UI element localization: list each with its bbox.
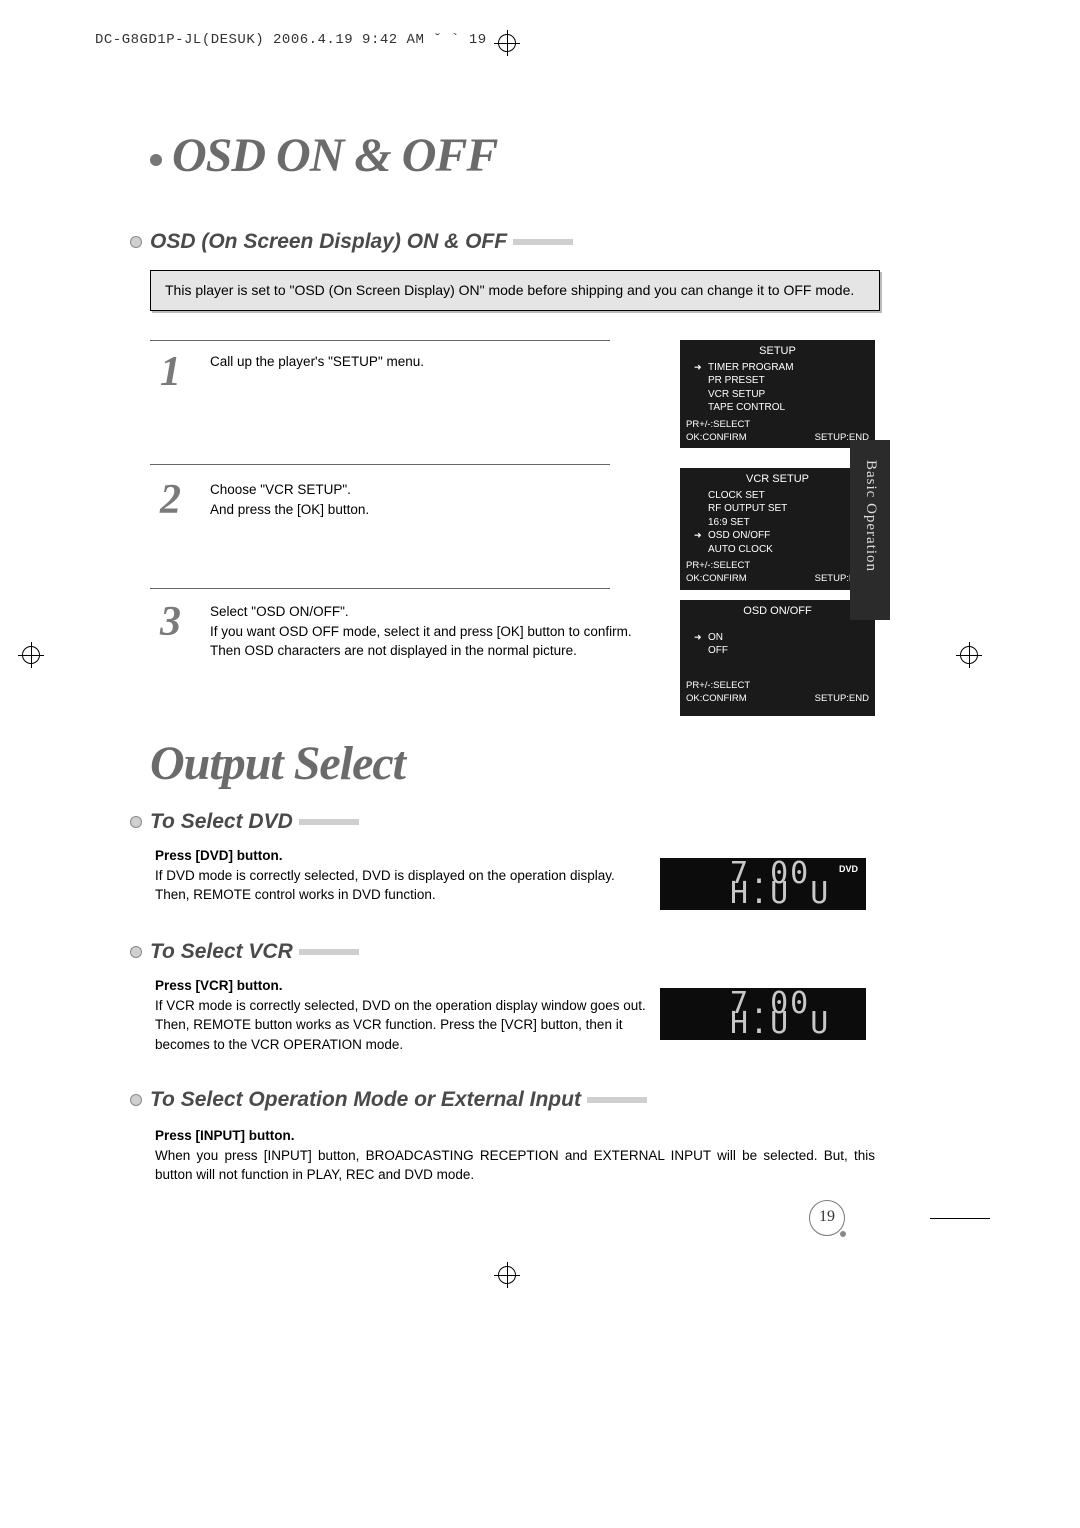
crop-line bbox=[930, 1218, 990, 1219]
dvd-indicator: DVD bbox=[839, 864, 858, 874]
osd-title: OSD ON/OFF bbox=[680, 600, 875, 621]
osd-item: TIMER PROGRAM bbox=[680, 361, 875, 375]
crop-mark-left bbox=[18, 642, 44, 668]
section-heading-opmode: To Select Operation Mode or External Inp… bbox=[130, 1088, 647, 1112]
side-tab: Basic Operation bbox=[850, 440, 890, 620]
dvd-paragraph: Press [DVD] button. If DVD mode is corre… bbox=[155, 846, 645, 905]
bold-line: Press [INPUT] button. bbox=[155, 1128, 295, 1143]
seven-segment-icon: 7.00 H.U U bbox=[730, 994, 830, 1034]
bullet-icon bbox=[150, 154, 162, 166]
line: Then OSD characters are not displayed in… bbox=[210, 643, 577, 658]
osd-item: AUTO CLOCK bbox=[680, 543, 875, 557]
crop-mark-top bbox=[494, 30, 520, 56]
osd-footer: PR+/-:SELECT OK:CONFIRM SETUP:END bbox=[680, 556, 875, 586]
osd-item: VCR SETUP bbox=[680, 388, 875, 402]
page-number-badge: 19 bbox=[809, 1200, 845, 1236]
heading-text: To Select DVD bbox=[150, 810, 293, 833]
osd-foot: SETUP:END bbox=[815, 693, 869, 706]
heading-text: To Select VCR bbox=[150, 940, 293, 963]
line: And press the [OK] button. bbox=[210, 502, 369, 517]
osd-footer: PR+/-:SELECT OK:CONFIRM SETUP:END bbox=[680, 415, 875, 445]
step-number: 1 bbox=[160, 348, 181, 396]
section-heading-vcr: To Select VCR bbox=[130, 940, 359, 964]
osd-foot: PR+/-:SELECT bbox=[686, 560, 750, 571]
osd-title: SETUP bbox=[680, 340, 875, 361]
osd-foot: PR+/-:SELECT bbox=[686, 680, 750, 691]
bullet-icon bbox=[130, 946, 142, 958]
step-number: 3 bbox=[160, 598, 181, 646]
bold-line: Press [VCR] button. bbox=[155, 978, 283, 993]
divider bbox=[150, 464, 610, 465]
seg-line: H.U U bbox=[730, 1006, 830, 1041]
divider bbox=[150, 340, 610, 341]
page-title-osd: OSD ON & OFF bbox=[150, 128, 497, 183]
display-panel-vcr: 7.00 H.U U bbox=[660, 988, 866, 1040]
osd-footer: PR+/-:SELECT OK:CONFIRM SETUP:END bbox=[680, 676, 875, 706]
divider bbox=[150, 588, 610, 589]
step-text: Call up the player's "SETUP" menu. bbox=[210, 352, 650, 372]
osd-menu-setup: SETUP TIMER PROGRAM PR PRESET VCR SETUP … bbox=[680, 340, 875, 448]
step-number: 2 bbox=[160, 476, 181, 524]
vcr-paragraph: Press [VCR] button. If VCR mode is corre… bbox=[155, 976, 655, 1054]
crop-mark-bottom bbox=[494, 1262, 520, 1288]
body-line: If DVD mode is correctly selected, DVD i… bbox=[155, 868, 615, 903]
osd-title: VCR SETUP bbox=[680, 468, 875, 489]
page-title-output: Output Select bbox=[150, 736, 405, 791]
line: Choose "VCR SETUP". bbox=[210, 482, 351, 497]
title-text: OSD ON & OFF bbox=[172, 129, 497, 182]
osd-item: OFF bbox=[680, 644, 875, 658]
osd-foot: OK:CONFIRM bbox=[686, 432, 747, 443]
heading-text: To Select Operation Mode or External Inp… bbox=[150, 1088, 581, 1111]
body-line: If VCR mode is correctly selected, DVD o… bbox=[155, 998, 646, 1052]
line: If you want OSD OFF mode, select it and … bbox=[210, 624, 632, 639]
bold-line: Press [DVD] button. bbox=[155, 848, 283, 863]
heading-text: OSD (On Screen Display) ON & OFF bbox=[150, 230, 507, 253]
osd-foot: OK:CONFIRM bbox=[686, 573, 747, 584]
osd-item: CLOCK SET bbox=[680, 489, 875, 503]
section-heading-osd: OSD (On Screen Display) ON & OFF bbox=[130, 230, 573, 254]
osd-item: PR PRESET bbox=[680, 374, 875, 388]
osd-menu-vcrsetup: VCR SETUP CLOCK SET RF OUTPUT SET 16:9 S… bbox=[680, 468, 875, 590]
seg-line: H.U U bbox=[730, 876, 830, 911]
osd-item: ON bbox=[680, 631, 875, 645]
crop-mark-right bbox=[956, 642, 982, 668]
osd-item: OSD ON/OFF bbox=[680, 529, 875, 543]
osd-menu-osdonoff: OSD ON/OFF ON OFF PR+/-:SELECT OK:CONFIR… bbox=[680, 600, 875, 716]
body-line: When you press [INPUT] button, BROADCAST… bbox=[155, 1148, 875, 1183]
print-header: DC-G8GD1P-JL(DESUK) 2006.4.19 9:42 AM ˘ … bbox=[95, 32, 487, 48]
display-panel-dvd: 7.00 H.U U DVD bbox=[660, 858, 866, 910]
osd-foot: OK:CONFIRM bbox=[686, 693, 747, 704]
bullet-icon bbox=[130, 236, 142, 248]
osd-item: RF OUTPUT SET bbox=[680, 502, 875, 516]
step-text: Choose "VCR SETUP". And press the [OK] b… bbox=[210, 480, 650, 519]
bullet-icon bbox=[130, 816, 142, 828]
section-heading-dvd: To Select DVD bbox=[130, 810, 359, 834]
osd-foot: PR+/-:SELECT bbox=[686, 419, 750, 430]
osd-item: 16:9 SET bbox=[680, 516, 875, 530]
opmode-paragraph: Press [INPUT] button. When you press [IN… bbox=[155, 1126, 875, 1185]
line: Select "OSD ON/OFF". bbox=[210, 604, 349, 619]
intro-box: This player is set to "OSD (On Screen Di… bbox=[150, 270, 880, 311]
seven-segment-icon: 7.00 H.U U bbox=[730, 864, 830, 904]
osd-item: TAPE CONTROL bbox=[680, 401, 875, 415]
step-text: Select "OSD ON/OFF". If you want OSD OFF… bbox=[210, 602, 650, 661]
bullet-icon bbox=[130, 1094, 142, 1106]
side-tab-label: Basic Operation bbox=[862, 460, 879, 572]
